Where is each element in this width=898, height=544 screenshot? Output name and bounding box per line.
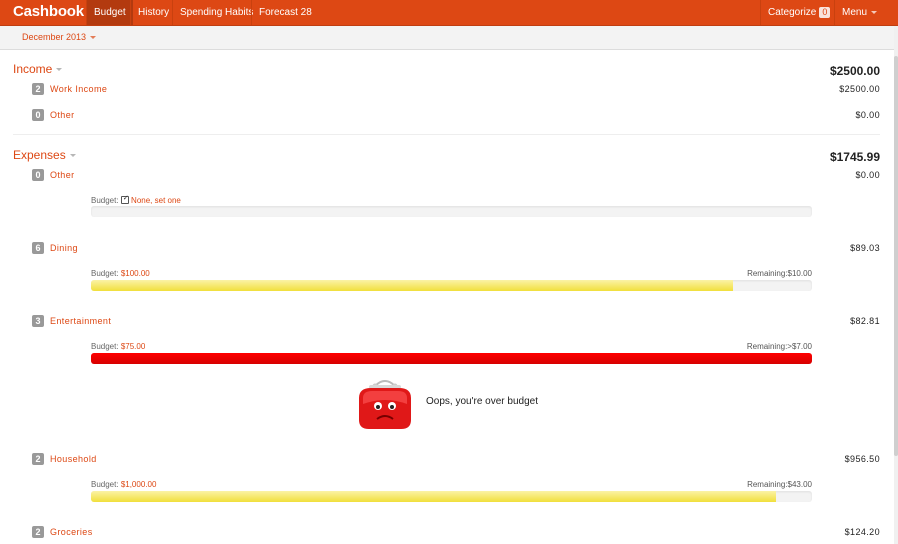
section-divider: [13, 134, 880, 135]
nav-budget[interactable]: Budget: [86, 0, 133, 25]
income-title: Income: [13, 62, 53, 76]
count-badge: 2: [32, 453, 44, 465]
category-work-income[interactable]: Work Income: [50, 84, 107, 94]
remaining-amount: Remaining:>$7.00: [746, 342, 812, 351]
remaining-amount: Remaining:$43.00: [747, 480, 812, 489]
month-selector[interactable]: December 2013: [22, 32, 97, 42]
income-total: $2500.00: [829, 64, 880, 78]
category-amount: $124.20: [844, 527, 880, 537]
expenses-title: Expenses: [13, 148, 66, 162]
edit-icon: ✓: [120, 195, 129, 204]
income-header[interactable]: Income: [13, 62, 63, 76]
chevron-down-icon: [871, 10, 878, 14]
category-amount: $2500.00: [839, 84, 880, 94]
category-amount: $89.03: [850, 243, 880, 253]
over-budget-message: Oops, you're over budget: [426, 396, 538, 407]
budget-value-link[interactable]: $75.00: [121, 342, 145, 351]
budget-prefix: Budget:: [91, 342, 119, 351]
count-badge: 0: [32, 169, 44, 181]
chevron-down-icon: [90, 36, 97, 40]
categorize-button[interactable]: Categorize 0: [760, 0, 837, 25]
nav-history[interactable]: History: [130, 0, 176, 25]
budget-prefix: Budget:: [91, 196, 119, 205]
budget-progress-bar: [91, 206, 812, 217]
categorize-label: Categorize: [768, 7, 817, 18]
category-amount: $0.00: [855, 170, 880, 180]
expenses-total: $1745.99: [829, 150, 880, 164]
chevron-down-icon: [56, 68, 63, 72]
remaining-amount: Remaining:$10.00: [747, 269, 812, 278]
app-brand[interactable]: Cashbook: [13, 3, 84, 20]
budget-prefix: Budget:: [91, 269, 119, 278]
count-badge: 2: [32, 526, 44, 538]
category-other-income[interactable]: Other: [50, 110, 75, 120]
count-badge: 0: [32, 109, 44, 121]
budget-label: Budget: $1,000.00: [91, 480, 156, 489]
categorize-count-badge: 0: [819, 7, 831, 18]
page-scrollbar[interactable]: [894, 26, 898, 544]
nav-spending-habits[interactable]: Spending Habits: [172, 0, 260, 25]
category-amount: $0.00: [855, 110, 880, 120]
budget-label: Budget: $75.00: [91, 342, 145, 351]
category-amount: $82.81: [850, 316, 880, 326]
category-groceries[interactable]: Groceries: [50, 527, 93, 537]
budget-value-link[interactable]: $100.00: [121, 269, 150, 278]
budget-prefix: Budget:: [91, 480, 119, 489]
category-dining[interactable]: Dining: [50, 243, 78, 253]
budget-label: Budget: ✓ None, set one: [91, 195, 181, 205]
month-label: December 2013: [22, 32, 87, 42]
budget-progress-bar: [91, 280, 812, 291]
over-budget-notice: Oops, you're over budget: [355, 376, 595, 432]
budget-label: Budget: $100.00: [91, 269, 150, 278]
category-household[interactable]: Household: [50, 454, 97, 464]
chevron-down-icon: [69, 154, 76, 158]
budget-value-link[interactable]: $1,000.00: [121, 480, 157, 489]
category-other-expense[interactable]: Other: [50, 170, 75, 180]
menu-dropdown[interactable]: Menu: [834, 0, 898, 25]
budget-progress-fill: [91, 353, 812, 364]
sad-purse-icon: [359, 380, 411, 429]
count-badge: 2: [32, 83, 44, 95]
budget-progress-fill: [91, 491, 776, 502]
budget-progress-bar: [91, 491, 812, 502]
expenses-header[interactable]: Expenses: [13, 148, 76, 162]
top-navbar: Cashbook Budget History Spending Habits …: [0, 0, 898, 26]
category-amount: $956.50: [844, 454, 880, 464]
set-budget-link[interactable]: None, set one: [131, 196, 181, 205]
count-badge: 3: [32, 315, 44, 327]
count-badge: 6: [32, 242, 44, 254]
month-bar: December 2013: [0, 26, 898, 50]
nav-forecast[interactable]: Forecast 28: [251, 0, 319, 25]
menu-label: Menu: [842, 7, 868, 18]
scrollbar-thumb[interactable]: [894, 56, 898, 456]
budget-progress-fill: [91, 280, 733, 291]
budget-progress-bar: [91, 353, 812, 364]
category-entertainment[interactable]: Entertainment: [50, 316, 111, 326]
